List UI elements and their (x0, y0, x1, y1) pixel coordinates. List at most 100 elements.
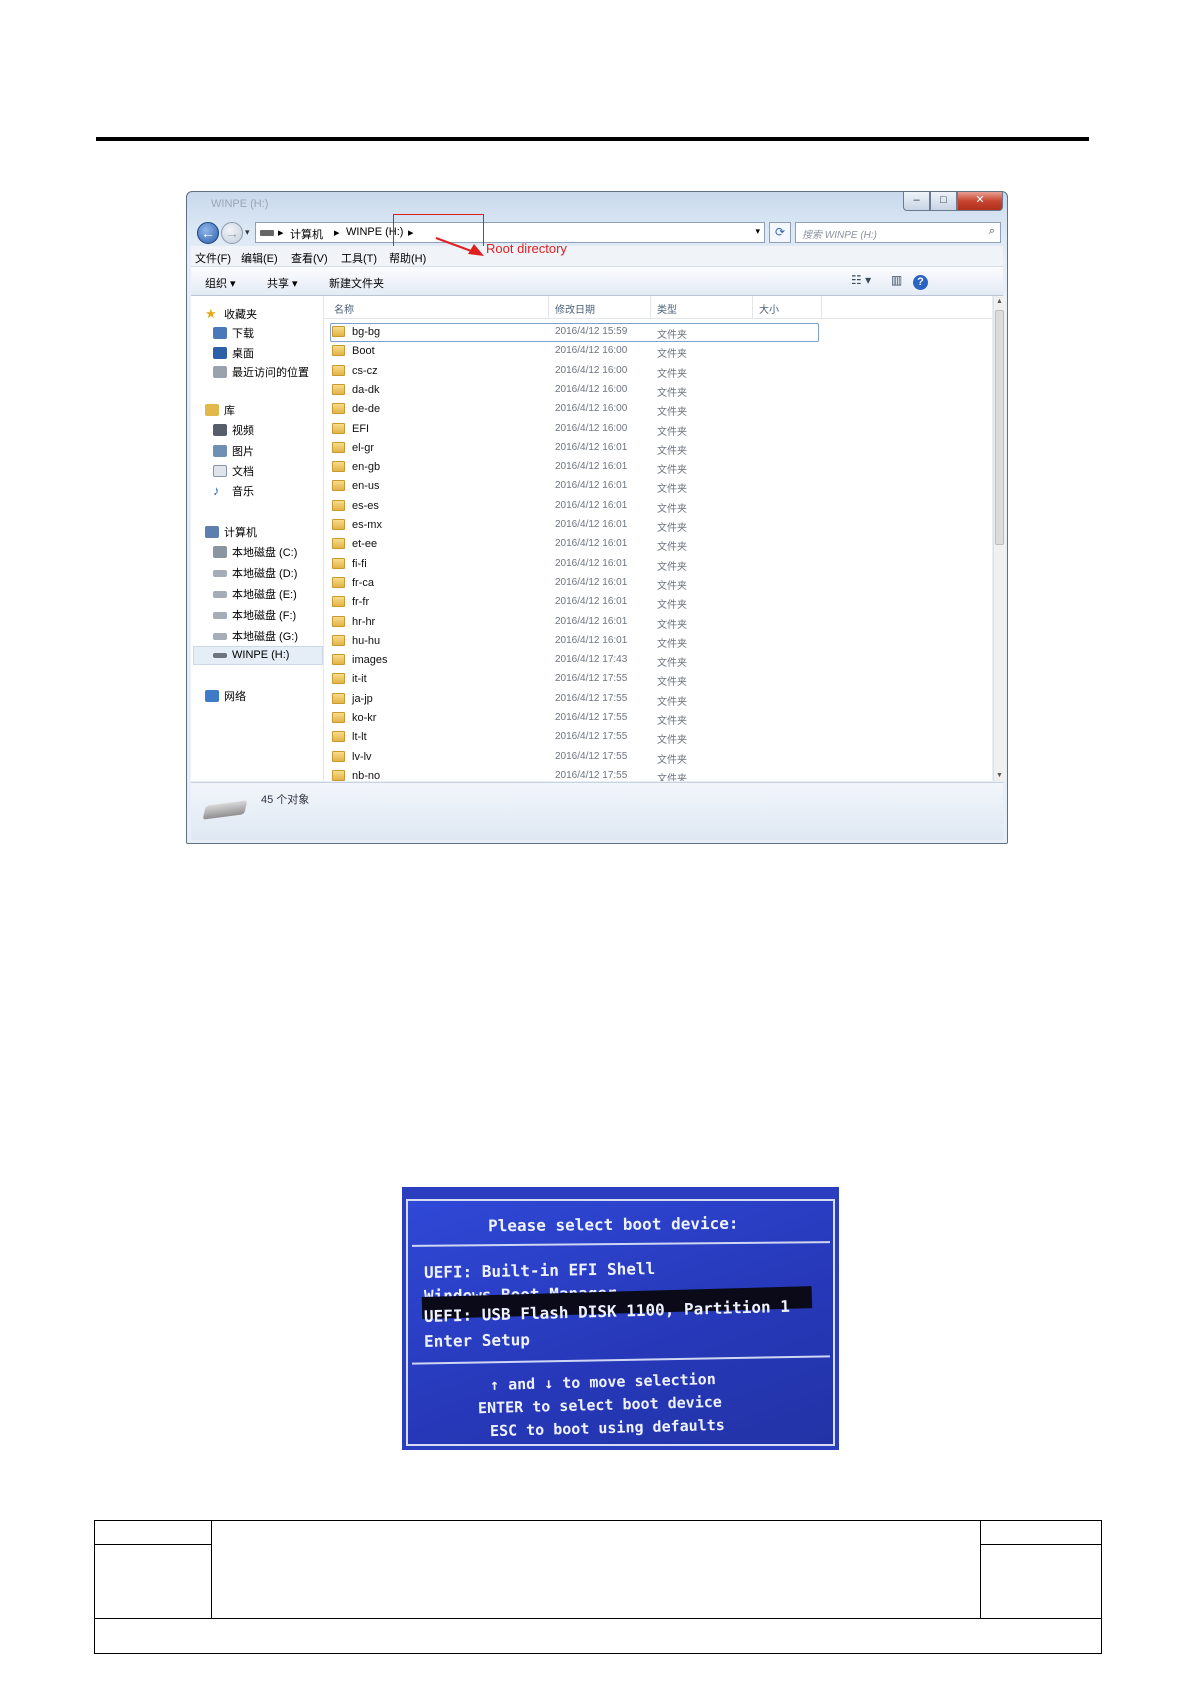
chevron-right-icon[interactable]: ▸ (278, 226, 284, 239)
file-row[interactable]: hu-hu 2016/4/12 16:01 文件夹 (324, 632, 992, 651)
nav-recent[interactable]: 最近访问的位置 (213, 364, 309, 380)
column-divider[interactable] (752, 296, 753, 318)
preview-pane-icon[interactable]: ▥ (891, 273, 902, 287)
column-divider[interactable] (650, 296, 651, 318)
back-button[interactable]: ← (197, 222, 219, 244)
file-name: el-gr (352, 441, 375, 454)
file-row[interactable]: da-dk 2016/4/12 16:00 文件夹 (324, 381, 992, 400)
maximize-button[interactable]: □ (930, 192, 957, 211)
file-date: 2016/4/12 16:01 (555, 596, 628, 608)
menu-view[interactable]: 查看(V) (291, 250, 328, 266)
vertical-scrollbar[interactable]: ▲ ▼ (993, 296, 1006, 781)
file-row[interactable]: lv-lv 2016/4/12 17:55 文件夹 (324, 748, 992, 767)
new-folder-button[interactable]: 新建文件夹 (329, 275, 384, 291)
file-row[interactable]: it-it 2016/4/12 17:55 文件夹 (324, 670, 992, 689)
close-button[interactable]: ✕ (957, 192, 1003, 211)
file-row[interactable]: es-mx 2016/4/12 16:01 文件夹 (324, 516, 992, 535)
address-bar[interactable]: ▸ 计算机 ▸ WINPE (H:) ▸ ▾ (255, 214, 765, 249)
folder-icon (332, 712, 345, 723)
column-type[interactable]: 类型 (657, 301, 677, 316)
caption-buttons: – □ ✕ (903, 192, 1003, 211)
column-divider[interactable] (548, 296, 549, 318)
file-row[interactable]: el-gr 2016/4/12 16:01 文件夹 (324, 439, 992, 458)
file-type: 文件夹 (657, 349, 687, 361)
scroll-thumb[interactable] (995, 310, 1004, 545)
column-divider[interactable] (821, 296, 822, 318)
organize-button[interactable]: 组织 ▾ (205, 275, 236, 291)
file-name: en-gb (352, 461, 381, 474)
chevron-right-icon[interactable]: ▸ (334, 226, 340, 239)
file-row[interactable]: de-de 2016/4/12 16:00 文件夹 (324, 400, 992, 419)
refresh-button[interactable]: ⟳ (769, 222, 791, 243)
nav-pictures[interactable]: 图片 (213, 443, 254, 459)
nav-winpe[interactable]: WINPE (H:) (213, 649, 289, 661)
nav-library[interactable]: 库 (205, 402, 235, 418)
help-icon[interactable]: ? (913, 275, 928, 290)
file-row[interactable]: fr-ca 2016/4/12 16:01 文件夹 (324, 574, 992, 593)
forward-button[interactable]: → (221, 222, 243, 244)
column-modified[interactable]: 修改日期 (555, 301, 595, 316)
file-name: es-mx (352, 519, 382, 531)
file-row[interactable]: ja-jp 2016/4/12 17:55 文件夹 (324, 690, 992, 709)
file-row[interactable]: Boot 2016/4/12 16:00 文件夹 (324, 342, 992, 361)
file-date: 2016/4/12 16:01 (555, 461, 628, 473)
file-row[interactable]: bg-bg 2016/4/12 15:59 文件夹 (324, 323, 992, 342)
nav-videos[interactable]: 视频 (213, 422, 254, 438)
file-row[interactable]: cs-cz 2016/4/12 16:00 文件夹 (324, 362, 992, 381)
menu-file[interactable]: 文件(F) (195, 250, 231, 266)
nav-music[interactable]: ♪ 音乐 (213, 483, 254, 499)
folder-icon (332, 731, 345, 743)
nav-disk-c[interactable]: 本地磁盘 (C:) (213, 544, 297, 560)
nav-label: 本地磁盘 (G:) (232, 631, 298, 643)
nav-favorites[interactable]: ★ 收藏夹 (205, 306, 257, 322)
view-options-icon[interactable]: ☷ ▾ (851, 273, 871, 287)
file-row[interactable]: EFI 2016/4/12 16:00 文件夹 (324, 420, 992, 439)
file-row[interactable]: et-ee 2016/4/12 16:01 文件夹 (324, 535, 992, 554)
nav-label: 下载 (232, 328, 254, 340)
breadcrumb-computer[interactable]: 计算机 (290, 226, 323, 242)
file-row[interactable]: fi-fi 2016/4/12 16:01 文件夹 (324, 555, 992, 574)
header-rule (96, 137, 1089, 141)
nav-label: 桌面 (232, 348, 254, 360)
file-row[interactable]: nb-no 2016/4/12 17:55 文件夹 (324, 767, 992, 781)
column-size[interactable]: 大小 (759, 301, 779, 316)
file-row[interactable]: images 2016/4/12 17:43 文件夹 (324, 651, 992, 670)
column-name[interactable]: 名称 (334, 301, 354, 316)
nav-network[interactable]: 网络 (205, 688, 246, 704)
nav-disk-e[interactable]: 本地磁盘 (E:) (213, 586, 297, 602)
folder-icon (332, 345, 345, 357)
file-row[interactable]: lt-lt 2016/4/12 17:55 文件夹 (324, 728, 992, 747)
boot-option[interactable]: Enter Setup (424, 1330, 530, 1351)
menu-help[interactable]: 帮助(H) (389, 250, 426, 266)
menu-edit[interactable]: 编辑(E) (241, 250, 278, 266)
file-row[interactable]: es-es 2016/4/12 16:01 文件夹 (324, 497, 992, 516)
menu-tools[interactable]: 工具(T) (341, 250, 377, 266)
file-row[interactable]: en-gb 2016/4/12 16:01 文件夹 (324, 458, 992, 477)
search-input[interactable]: 搜索 WINPE (H:) ⌕ (795, 222, 1001, 243)
file-date: 2016/4/12 17:55 (555, 673, 628, 685)
address-dropdown-icon[interactable]: ▾ (755, 226, 760, 237)
file-row[interactable]: hr-hr 2016/4/12 16:01 文件夹 (324, 613, 992, 632)
nav-disk-g[interactable]: 本地磁盘 (G:) (213, 628, 298, 644)
folder-icon (332, 615, 345, 627)
file-row[interactable]: ko-kr 2016/4/12 17:55 文件夹 (324, 709, 992, 728)
nav-downloads[interactable]: 下载 (213, 325, 254, 341)
minimize-button[interactable]: – (903, 192, 930, 211)
scroll-up-icon[interactable]: ▲ (996, 298, 1003, 305)
file-row[interactable]: fr-fr 2016/4/12 16:01 文件夹 (324, 593, 992, 612)
nav-desktop[interactable]: 桌面 (213, 345, 254, 361)
file-date: 2016/4/12 16:01 (555, 480, 628, 492)
file-date: 2016/4/12 16:00 (555, 422, 628, 434)
nav-disk-d[interactable]: 本地磁盘 (D:) (213, 565, 297, 581)
navigation-row: ← → ▾ ▸ 计算机 ▸ WINPE (H:) ▸ ▾ ⟳ 搜索 WINPE … (195, 214, 1001, 249)
file-row[interactable]: en-us 2016/4/12 16:01 文件夹 (324, 477, 992, 496)
search-icon[interactable]: ⌕ (989, 225, 995, 238)
share-button[interactable]: 共享 ▾ (267, 275, 298, 291)
item-count: 45 个对象 (261, 794, 310, 806)
boot-option[interactable]: UEFI: Built-in EFI Shell (424, 1259, 655, 1282)
scroll-down-icon[interactable]: ▼ (996, 772, 1003, 779)
nav-computer[interactable]: 计算机 (205, 524, 257, 540)
nav-disk-f[interactable]: 本地磁盘 (F:) (213, 607, 296, 623)
history-dropdown-icon[interactable]: ▾ (245, 227, 250, 238)
nav-documents[interactable]: 文档 (213, 463, 254, 479)
